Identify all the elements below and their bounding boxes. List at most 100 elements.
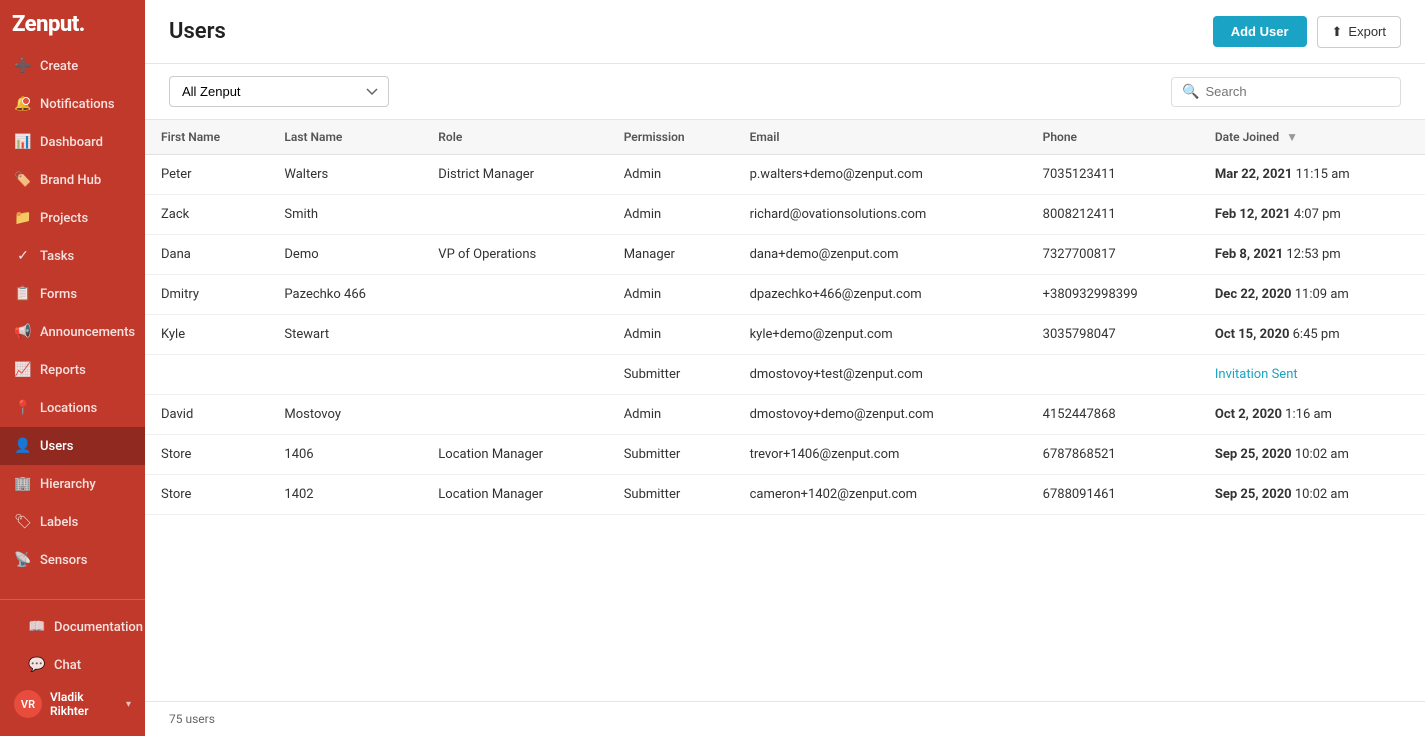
toolbar: All ZenputActiveInactive 🔍: [145, 64, 1425, 120]
table-row: DanaDemoVP of OperationsManagerdana+demo…: [145, 235, 1425, 275]
sidebar-nav: ➕Create🔔Notifications📊Dashboard🏷️Brand H…: [0, 47, 145, 599]
cell-first_name: David: [145, 395, 268, 435]
header-actions: Add User ⬆ Export: [1213, 16, 1401, 48]
table-row: PeterWaltersDistrict ManagerAdminp.walte…: [145, 155, 1425, 195]
cell-last_name: Smith: [268, 195, 422, 235]
cell-role: VP of Operations: [422, 235, 607, 275]
table-row: DavidMostovoyAdmindmostovoy+demo@zenput.…: [145, 395, 1425, 435]
col-role: Role: [422, 120, 607, 155]
sidebar-item-documentation[interactable]: 📖 Documentation: [14, 608, 131, 646]
sidebar-item-projects[interactable]: 📁Projects: [0, 199, 145, 237]
sidebar-item-create-label: Create: [40, 59, 78, 74]
cell-permission: Submitter: [608, 355, 734, 395]
dashboard-icon: 📊: [14, 133, 32, 151]
users-table: First Name Last Name Role Permission Ema…: [145, 120, 1425, 515]
sort-icon: ▼: [1286, 130, 1298, 144]
sidebar-item-locations[interactable]: 📍Locations: [0, 389, 145, 427]
col-date-joined[interactable]: Date Joined ▼: [1199, 120, 1425, 155]
table-row: ZackSmithAdminrichard@ovationsolutions.c…: [145, 195, 1425, 235]
sidebar-item-sensors-label: Sensors: [40, 553, 87, 568]
cell-date-joined: Sep 25, 2020 10:02 am: [1199, 475, 1425, 515]
sidebar-item-brand-hub[interactable]: 🏷️Brand Hub: [0, 161, 145, 199]
search-input[interactable]: [1205, 84, 1390, 99]
sidebar-item-forms[interactable]: 📋Forms: [0, 275, 145, 313]
labels-icon: 🏷: [14, 513, 32, 531]
add-user-button[interactable]: Add User: [1213, 16, 1307, 47]
table-row: DmitryPazechko 466Admindpazechko+466@zen…: [145, 275, 1425, 315]
col-phone: Phone: [1027, 120, 1199, 155]
cell-first_name: Dmitry: [145, 275, 268, 315]
reports-icon: 📈: [14, 361, 32, 379]
cell-first_name: Store: [145, 435, 268, 475]
cell-role: [422, 315, 607, 355]
cell-date-joined: Dec 22, 2020 11:09 am: [1199, 275, 1425, 315]
export-icon: ⬆: [1332, 24, 1343, 40]
cell-phone: 7327700817: [1027, 235, 1199, 275]
sidebar-item-hierarchy-label: Hierarchy: [40, 477, 96, 492]
users-table-container: First Name Last Name Role Permission Ema…: [145, 120, 1425, 701]
sidebar-item-announcements[interactable]: 📢 Announcements: [0, 313, 145, 351]
page-title: Users: [169, 19, 226, 44]
avatar: VR: [14, 690, 42, 718]
sidebar-item-users[interactable]: 👤 Users: [0, 427, 145, 465]
sidebar-item-chat-label: Chat: [54, 658, 81, 673]
sidebar-item-projects-label: Projects: [40, 211, 88, 226]
cell-role: [422, 355, 607, 395]
table-row: KyleStewartAdminkyle+demo@zenput.com3035…: [145, 315, 1425, 355]
cell-email: trevor+1406@zenput.com: [734, 435, 1027, 475]
cell-permission: Admin: [608, 155, 734, 195]
cell-first_name: Store: [145, 475, 268, 515]
users-icon: 👤: [14, 437, 32, 455]
main-content: Users Add User ⬆ Export All ZenputActive…: [145, 0, 1425, 736]
filter-select[interactable]: All ZenputActiveInactive: [169, 76, 389, 107]
search-icon: 🔍: [1182, 84, 1199, 100]
cell-email: dpazechko+466@zenput.com: [734, 275, 1027, 315]
cell-permission: Admin: [608, 395, 734, 435]
user-profile[interactable]: VR Vladik Rikhter ▾: [14, 684, 131, 724]
table-header: First Name Last Name Role Permission Ema…: [145, 120, 1425, 155]
invitation-sent-link[interactable]: Invitation Sent: [1215, 367, 1298, 382]
cell-phone: 8008212411: [1027, 195, 1199, 235]
cell-email: kyle+demo@zenput.com: [734, 315, 1027, 355]
sidebar-item-brand-hub-label: Brand Hub: [40, 173, 101, 188]
table-footer: 75 users: [145, 701, 1425, 736]
cell-permission: Admin: [608, 195, 734, 235]
col-first-name: First Name: [145, 120, 268, 155]
cell-permission: Manager: [608, 235, 734, 275]
sidebar-item-labels[interactable]: 🏷 Labels: [0, 503, 145, 541]
table-body: PeterWaltersDistrict ManagerAdminp.walte…: [145, 155, 1425, 515]
user-info: Vladik Rikhter: [50, 690, 118, 718]
cell-last_name: [268, 355, 422, 395]
cell-first_name: Peter: [145, 155, 268, 195]
announcements-icon: 📢: [14, 323, 32, 341]
sidebar-item-sensors[interactable]: 📡 Sensors: [0, 541, 145, 579]
sidebar-item-reports[interactable]: 📈Reports: [0, 351, 145, 389]
cell-phone: 6788091461: [1027, 475, 1199, 515]
cell-phone: 7035123411: [1027, 155, 1199, 195]
export-button[interactable]: ⬆ Export: [1317, 16, 1401, 48]
sidebar-footer: 📖 Documentation 💬 Chat VR Vladik Rikhter…: [0, 599, 145, 736]
cell-email: cameron+1402@zenput.com: [734, 475, 1027, 515]
sidebar-item-announcements-label: Announcements: [40, 325, 135, 340]
sidebar-item-tasks-label: Tasks: [40, 249, 74, 264]
sidebar-item-chat[interactable]: 💬 Chat: [14, 646, 131, 684]
cell-phone: +380932998399: [1027, 275, 1199, 315]
sidebar-item-tasks[interactable]: ✓Tasks: [0, 237, 145, 275]
cell-date-joined: Invitation Sent: [1199, 355, 1425, 395]
cell-date-joined: Feb 8, 2021 12:53 pm: [1199, 235, 1425, 275]
cell-date-joined: Mar 22, 2021 11:15 am: [1199, 155, 1425, 195]
sidebar-item-dashboard[interactable]: 📊Dashboard: [0, 123, 145, 161]
cell-email: dmostovoy+test@zenput.com: [734, 355, 1027, 395]
documentation-icon: 📖: [28, 618, 46, 636]
sensors-icon: 📡: [14, 551, 32, 569]
sidebar-item-hierarchy[interactable]: 🏢Hierarchy: [0, 465, 145, 503]
table-row: Store1406Location ManagerSubmittertrevor…: [145, 435, 1425, 475]
sidebar-item-users-label: Users: [40, 439, 73, 454]
sidebar-item-locations-label: Locations: [40, 401, 97, 416]
sidebar-item-labels-label: Labels: [40, 515, 78, 530]
header-row: First Name Last Name Role Permission Ema…: [145, 120, 1425, 155]
sidebar-item-notifications[interactable]: 🔔Notifications: [0, 85, 145, 123]
sidebar-item-create[interactable]: ➕Create: [0, 47, 145, 85]
cell-date-joined: Sep 25, 2020 10:02 am: [1199, 435, 1425, 475]
cell-permission: Submitter: [608, 475, 734, 515]
